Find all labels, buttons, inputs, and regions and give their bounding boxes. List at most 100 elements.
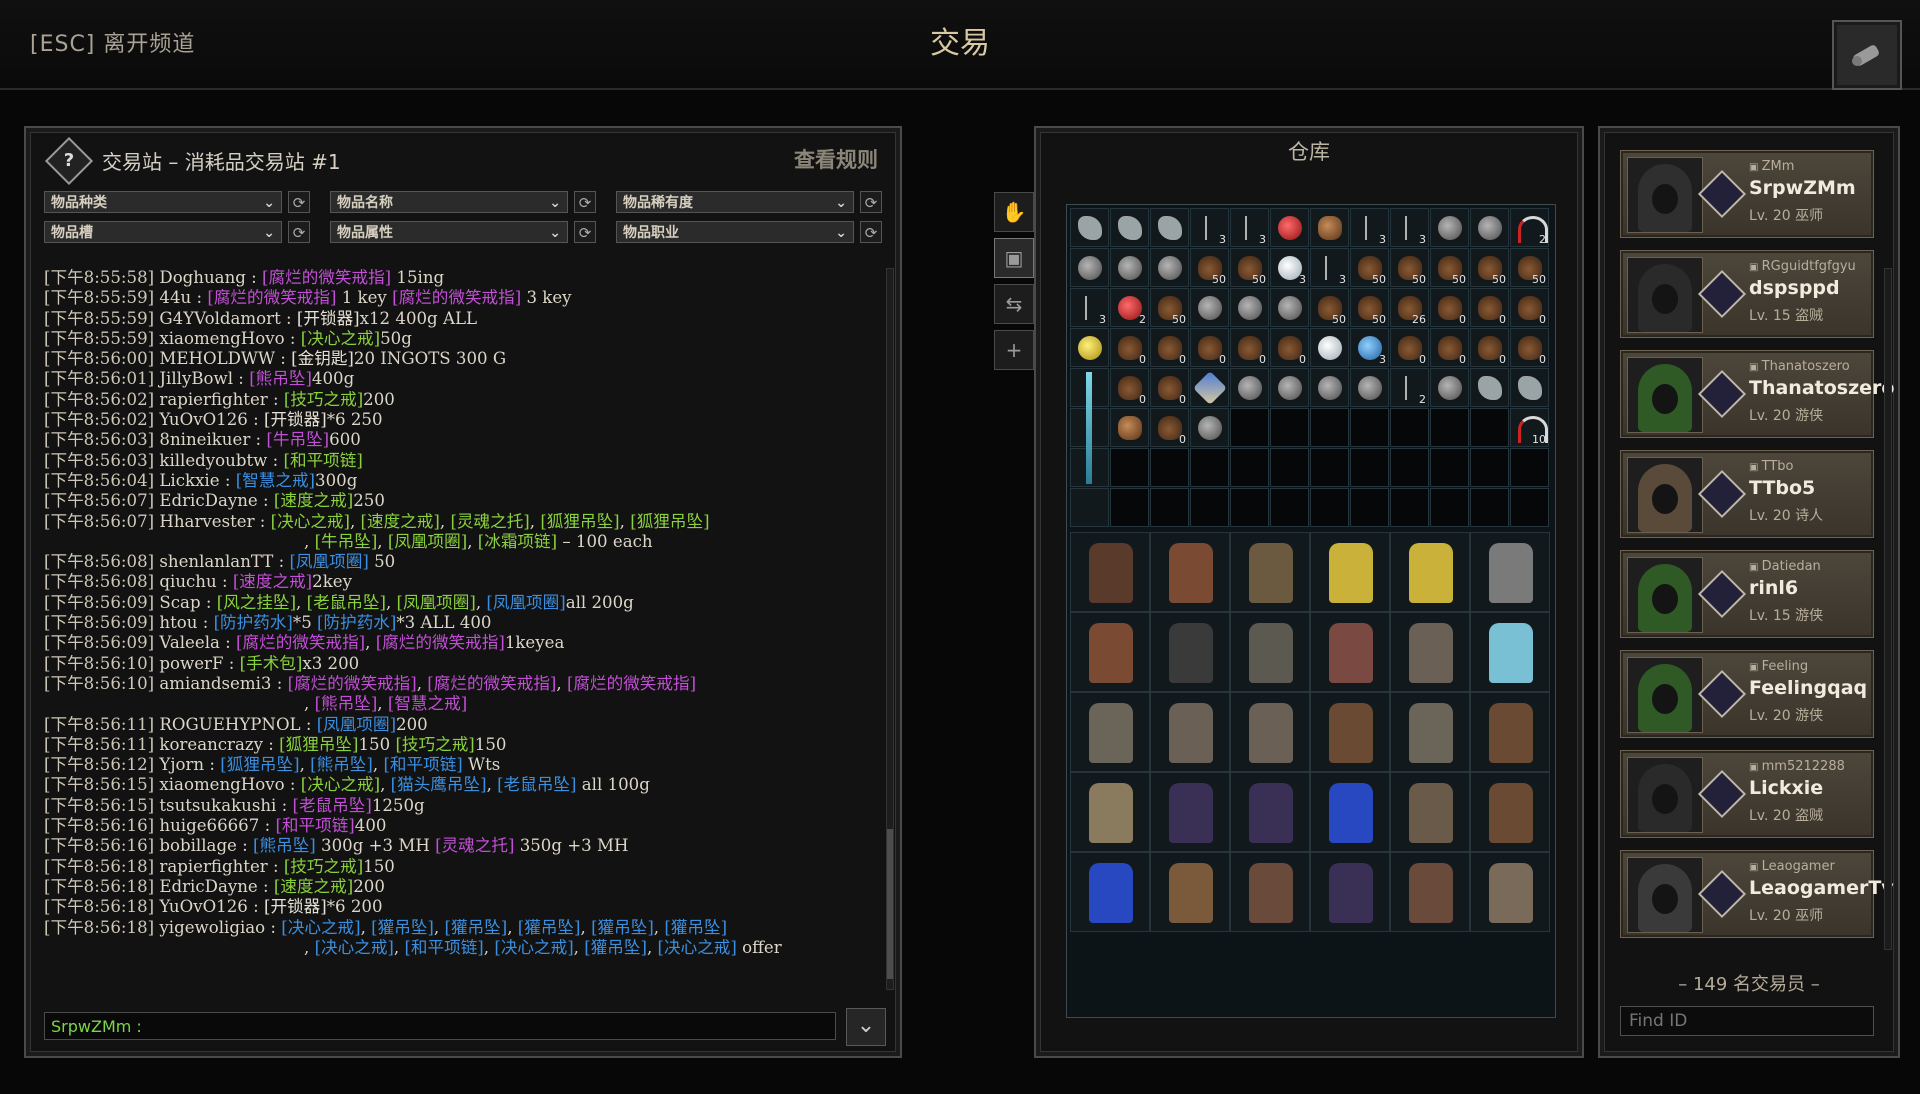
chat-scrollbar[interactable] — [886, 268, 894, 990]
inventory-slot[interactable]: 2 — [1390, 368, 1429, 407]
item-link[interactable]: [猫头鹰吊坠] — [391, 775, 487, 794]
item-link[interactable]: [决心之戒] — [281, 918, 360, 937]
inventory-slot-empty[interactable] — [1070, 488, 1109, 527]
inventory-slot[interactable]: 50 — [1230, 248, 1269, 287]
help-icon[interactable]: ? — [44, 136, 94, 186]
item-link[interactable]: [和平项链] — [383, 755, 462, 774]
filter-item-type[interactable]: 物品种类 ⌄ — [44, 191, 282, 213]
item-link[interactable]: [速度之戒] — [274, 491, 353, 510]
inventory-slot[interactable] — [1270, 208, 1309, 247]
chest-icon[interactable]: ▣ — [994, 238, 1034, 278]
gear-slot[interactable] — [1230, 772, 1310, 852]
chest-transfer-icon[interactable]: ⇆ — [994, 284, 1034, 324]
gear-slot[interactable] — [1230, 612, 1310, 692]
trader-card[interactable]: TTbo TTbo5 Lv. 20 诗人 — [1620, 450, 1874, 538]
inventory-slot[interactable]: 50 — [1390, 248, 1429, 287]
inventory-slot[interactable] — [1110, 208, 1149, 247]
inventory-slot[interactable]: 0 — [1470, 288, 1509, 327]
inventory-slot[interactable] — [1070, 328, 1109, 367]
gear-slot[interactable] — [1470, 532, 1550, 612]
reset-icon[interactable]: ⟳ — [860, 221, 882, 243]
item-link[interactable]: [开锁器] — [264, 410, 327, 429]
item-link[interactable]: [凤凰项圈] — [397, 593, 476, 612]
item-link[interactable]: [和平项链] — [404, 938, 483, 957]
gear-slot[interactable] — [1470, 772, 1550, 852]
gear-slot[interactable] — [1070, 852, 1150, 932]
item-link[interactable]: [狐狸吊坠] — [630, 512, 709, 531]
add-icon[interactable]: + — [994, 330, 1034, 370]
inventory-slot[interactable]: 0 — [1150, 328, 1189, 367]
item-link[interactable]: [技巧之戒] — [395, 735, 474, 754]
item-link[interactable]: [老鼠吊坠] — [497, 775, 576, 794]
gear-slot[interactable] — [1390, 532, 1470, 612]
inventory-slot[interactable]: 2 — [1110, 288, 1149, 327]
item-link[interactable]: [熊吊坠] — [310, 755, 373, 774]
trader-card[interactable]: Datiedan rinl6 Lv. 15 游侠 — [1620, 550, 1874, 638]
gear-slot[interactable] — [1310, 772, 1390, 852]
item-link[interactable]: [腐烂的微笑戒指] — [392, 288, 521, 307]
gear-slot[interactable] — [1070, 772, 1150, 852]
item-link[interactable]: [腐烂的微笑戒指] — [427, 674, 556, 693]
inventory-slot[interactable]: 50 — [1150, 288, 1189, 327]
inventory-slot[interactable]: 3 — [1350, 208, 1389, 247]
item-link[interactable]: [狐狸吊坠] — [220, 755, 299, 774]
gear-slot[interactable] — [1150, 692, 1230, 772]
inventory-slot[interactable] — [1310, 328, 1349, 367]
corner-menu-button[interactable] — [1832, 20, 1902, 90]
gear-slot[interactable] — [1470, 612, 1550, 692]
item-link[interactable]: [速度之戒] — [233, 572, 312, 591]
filter-item-slot[interactable]: 物品槽 ⌄ — [44, 221, 282, 243]
inventory-slot[interactable]: 50 — [1190, 248, 1229, 287]
inventory-slot[interactable] — [1230, 288, 1269, 327]
item-link[interactable]: [手术包] — [240, 654, 303, 673]
gear-slot[interactable] — [1470, 692, 1550, 772]
inventory-slot[interactable] — [1070, 248, 1109, 287]
inventory-slot[interactable]: 3 — [1230, 208, 1269, 247]
inventory-slot[interactable] — [1110, 408, 1149, 447]
gear-slot[interactable] — [1310, 612, 1390, 692]
inventory-slot[interactable]: 3 — [1390, 208, 1429, 247]
inventory-slot[interactable]: 0 — [1510, 328, 1549, 367]
gear-slot[interactable] — [1390, 852, 1470, 932]
item-link[interactable]: [和平项链] — [275, 816, 354, 835]
item-link[interactable]: [獾吊坠] — [371, 918, 434, 937]
inventory-slot[interactable]: 3 — [1190, 208, 1229, 247]
item-link[interactable]: [灵魂之托] — [435, 836, 514, 855]
item-link[interactable]: [冰霜项链] — [478, 532, 557, 551]
reset-icon[interactable]: ⟳ — [288, 221, 310, 243]
item-link[interactable]: [獾吊坠] — [444, 918, 507, 937]
gear-slot[interactable] — [1230, 532, 1310, 612]
item-link[interactable]: [牛吊坠] — [315, 532, 378, 551]
gear-slot[interactable] — [1390, 772, 1470, 852]
inventory-slot[interactable] — [1230, 368, 1269, 407]
inventory-slot[interactable]: 2 — [1510, 208, 1549, 247]
item-link[interactable]: [决心之戒] — [271, 512, 350, 531]
inventory-slot[interactable]: 0 — [1110, 328, 1149, 367]
gear-slot[interactable] — [1070, 692, 1150, 772]
inventory-slot[interactable]: 0 — [1430, 288, 1469, 327]
item-link[interactable]: [腐烂的微笑戒指] — [376, 633, 505, 652]
item-link[interactable]: [腐烂的微笑戒指] — [236, 633, 365, 652]
item-link[interactable]: [獾吊坠] — [664, 918, 727, 937]
view-rules-button[interactable]: 查看规则 — [794, 144, 878, 174]
sword-icon[interactable] — [1086, 372, 1092, 484]
gear-slot[interactable] — [1470, 852, 1550, 932]
gear-slot[interactable] — [1310, 852, 1390, 932]
reset-icon[interactable]: ⟳ — [574, 191, 596, 213]
item-link[interactable]: [智慧之戒] — [388, 694, 467, 713]
gear-slot[interactable] — [1310, 532, 1390, 612]
inventory-slot[interactable] — [1190, 408, 1229, 447]
item-link[interactable]: [老鼠吊坠] — [307, 593, 386, 612]
gear-slot[interactable] — [1150, 852, 1230, 932]
inventory-slot[interactable]: 50 — [1350, 248, 1389, 287]
item-link[interactable]: [速度之戒] — [361, 512, 440, 531]
inventory-slot[interactable] — [1350, 368, 1389, 407]
item-link[interactable]: [熊吊坠] — [253, 836, 316, 855]
inventory-slot[interactable] — [1470, 368, 1509, 407]
inventory-slot[interactable] — [1150, 248, 1189, 287]
inventory-slot[interactable] — [1270, 368, 1309, 407]
trader-card[interactable]: Leaogamer LeaogamerTv Lv. 20 巫师 — [1620, 850, 1894, 938]
item-link[interactable]: [技巧之戒] — [284, 857, 363, 876]
filter-item-class[interactable]: 物品职业 ⌄ — [616, 221, 854, 243]
inventory-slot[interactable] — [1190, 288, 1229, 327]
